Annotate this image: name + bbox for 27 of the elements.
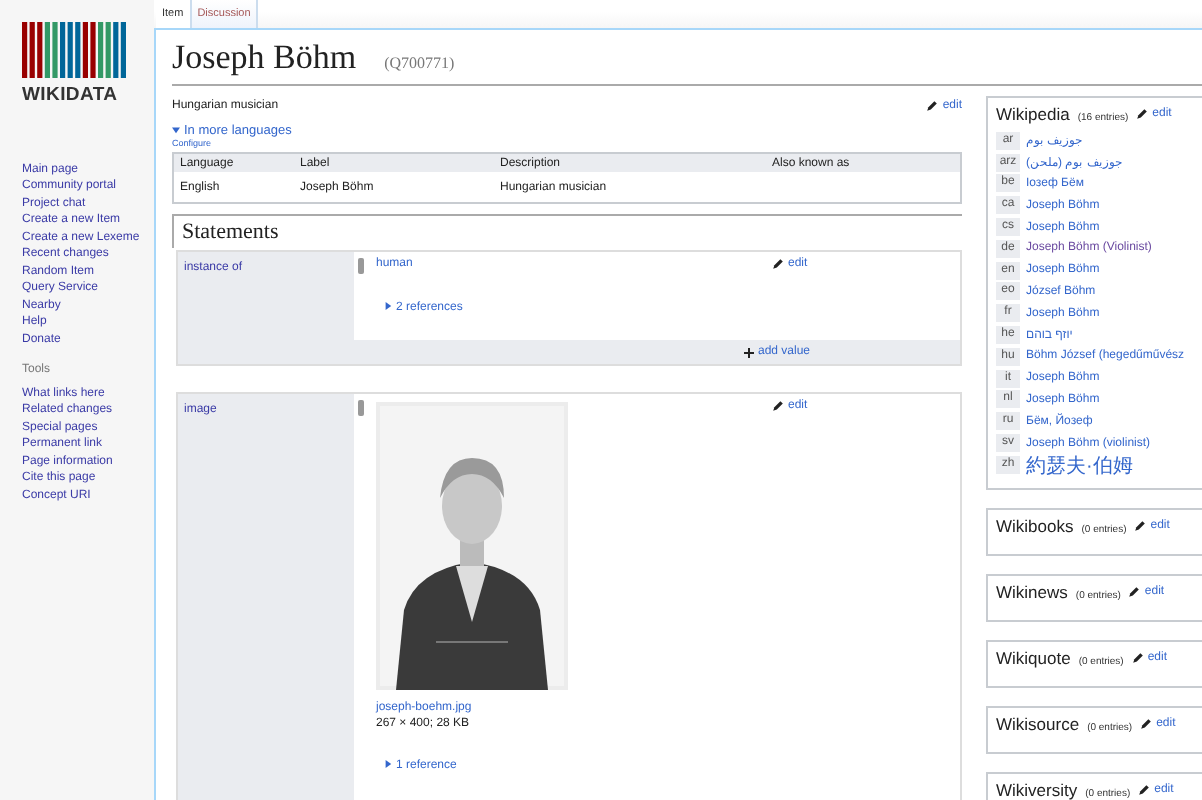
pencil-icon	[772, 400, 784, 412]
logo-icon	[22, 22, 130, 78]
pencil-icon	[1128, 586, 1141, 599]
rank-icon[interactable]	[358, 258, 364, 274]
pencil-icon	[772, 258, 784, 270]
pencil-icon	[1131, 652, 1144, 665]
sitelinks-title: Wikipedia	[996, 104, 1070, 124]
triangle-icon	[384, 302, 392, 310]
rank-icon[interactable]	[358, 400, 364, 416]
sitelinks-title: Wikibooks	[996, 516, 1074, 537]
pencil-icon	[1138, 784, 1151, 797]
logo-wordmark: WIKIDATA	[22, 84, 118, 106]
pencil-icon	[1140, 718, 1153, 731]
item-id: (Q700771)	[384, 54, 455, 72]
pencil-icon	[1136, 108, 1149, 120]
triangle-icon	[384, 760, 392, 768]
triangle-icon	[172, 126, 180, 134]
pencil-icon	[926, 100, 939, 112]
sitelinks-title: Wikiversity	[996, 780, 1078, 800]
sitelinks-title: Wikiquote	[996, 648, 1071, 669]
page-title: Joseph Böhm	[172, 38, 357, 78]
sitelinks-title: Wikinews	[996, 582, 1068, 603]
sitelinks-title: Wikisource	[996, 714, 1080, 735]
statements-heading: Statements	[172, 214, 962, 248]
plus-icon	[744, 347, 754, 357]
sitelink[interactable]: 約瑟夫·伯姆	[1026, 451, 1133, 480]
pencil-icon	[1134, 520, 1147, 533]
